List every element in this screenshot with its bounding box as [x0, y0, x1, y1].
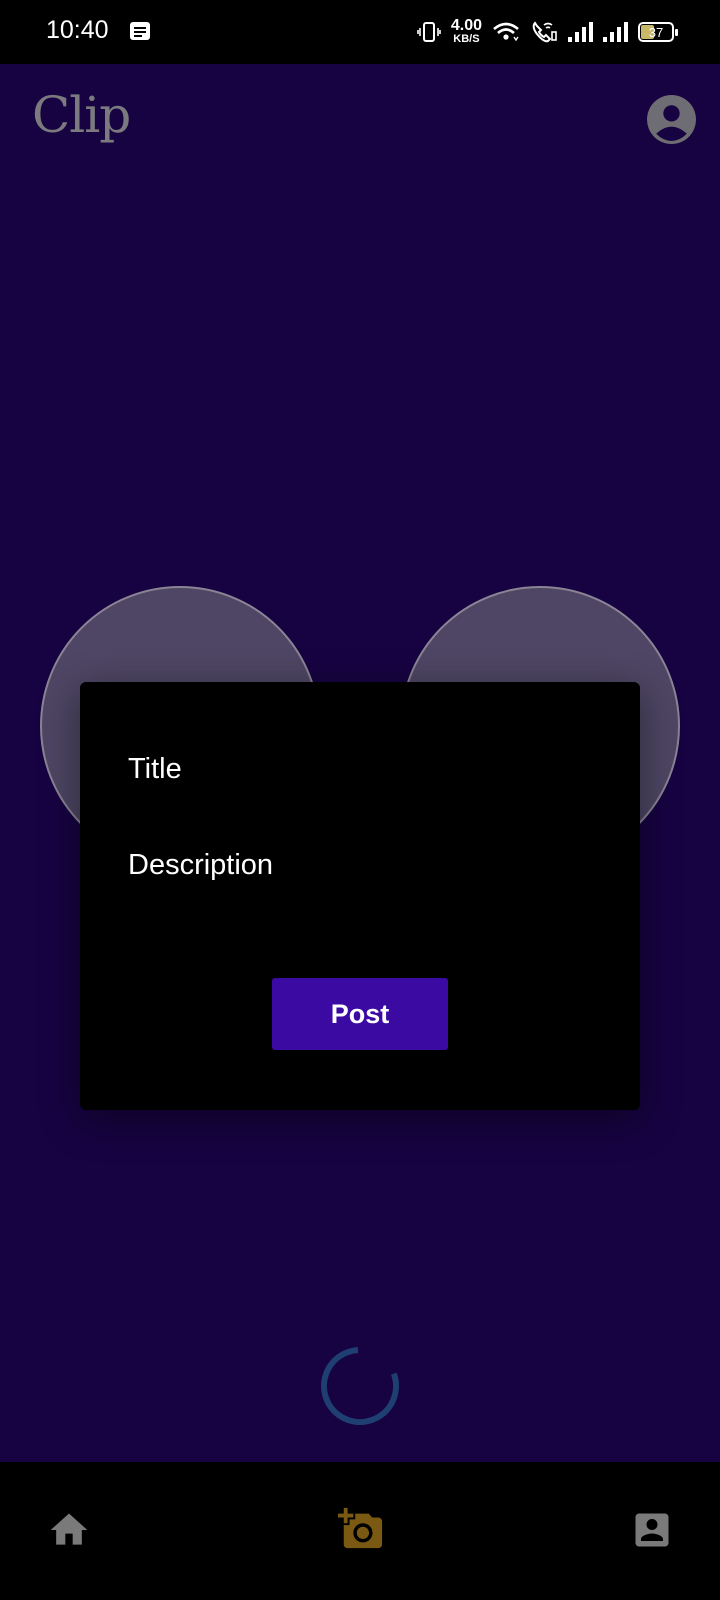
post-dialog: Title Description Post: [80, 682, 640, 1110]
status-icons: 4.00 KB/S 37: [417, 14, 678, 50]
signal-icon: [603, 22, 628, 42]
app-content: Clip Title Description Post: [0, 64, 720, 1462]
status-time: 10:40: [46, 16, 109, 44]
add-photo-icon[interactable]: [338, 1506, 384, 1552]
vibrate-icon: [417, 22, 441, 42]
network-speed: 4.00 KB/S: [450, 17, 482, 46]
profile-icon[interactable]: [630, 1508, 674, 1552]
status-bar: 10:40 4.00 KB/S 37: [0, 0, 720, 64]
description-field[interactable]: Description: [128, 849, 273, 882]
home-icon[interactable]: [47, 1508, 91, 1552]
app-title: Clip: [32, 86, 131, 144]
account-circle-icon[interactable]: [647, 95, 696, 144]
bottom-navigation: [0, 1462, 720, 1600]
title-field[interactable]: Title: [128, 753, 182, 786]
loading-spinner-icon: [321, 1347, 399, 1425]
wifi-calling-icon: [532, 21, 557, 43]
wifi-icon: [493, 22, 519, 42]
battery-icon: 37: [638, 22, 678, 42]
signal-icon: [568, 22, 593, 42]
post-button[interactable]: Post: [272, 978, 448, 1050]
message-icon: [130, 22, 150, 40]
